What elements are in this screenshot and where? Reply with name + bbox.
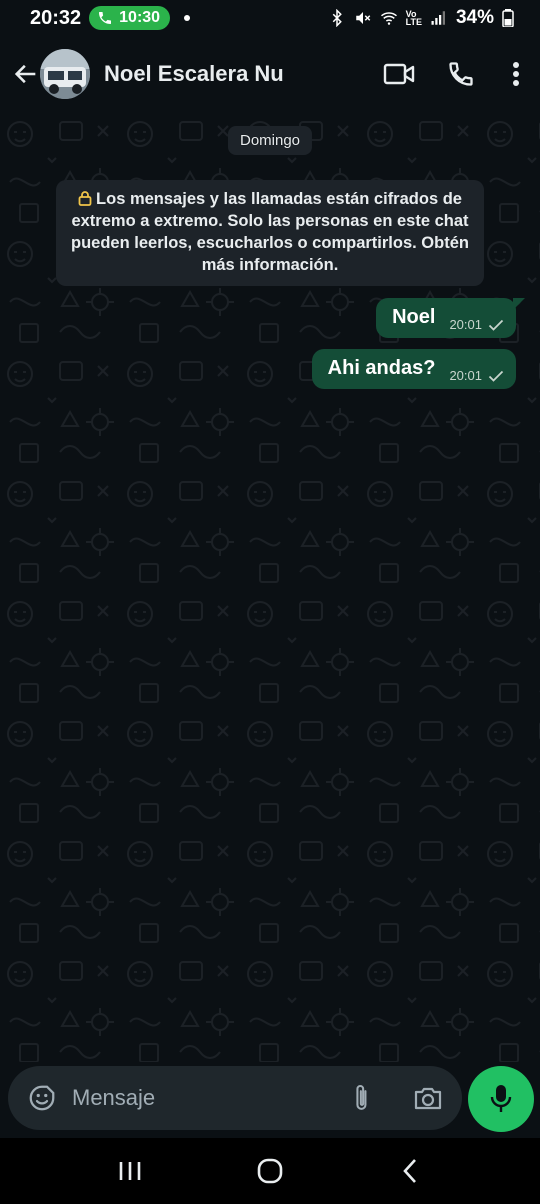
recent-apps-icon <box>119 1162 141 1180</box>
wifi-icon <box>380 12 397 25</box>
home-icon <box>257 1158 283 1184</box>
message-input-field[interactable]: Mensaje <box>8 1066 462 1130</box>
avatar-photo <box>40 49 90 99</box>
message-bubble-outgoing[interactable]: Ahi andas? 20:01 <box>311 349 516 389</box>
system-navigation-bar <box>0 1138 540 1204</box>
message-placeholder: Mensaje <box>72 1085 156 1110</box>
video-call-button[interactable] <box>368 48 430 100</box>
single-check-icon <box>488 370 504 382</box>
message-text: Ahi andas? <box>327 357 436 379</box>
contact-avatar[interactable] <box>40 49 90 99</box>
status-icons: Vo LTE 34% <box>328 7 514 29</box>
message-meta: 20:01 <box>449 368 504 383</box>
microphone-icon <box>490 1085 512 1112</box>
phone-icon <box>99 12 112 24</box>
message-bubble-outgoing[interactable]: Noel 20:01 <box>376 298 525 338</box>
message-meta: 20:01 <box>449 317 504 332</box>
signal-icon <box>431 11 445 25</box>
message-text: Noel <box>392 306 436 328</box>
voice-call-button[interactable] <box>430 48 492 100</box>
volte-indicator: Vo LTE <box>405 9 422 27</box>
single-check-icon <box>488 319 504 331</box>
chat-header: Noel Escalera Nu <box>0 36 540 112</box>
encryption-notice[interactable]: Los mensajes y las llamadas están cifrad… <box>56 180 484 286</box>
encryption-notice-text: Los mensajes y las llamadas están cifrad… <box>71 190 469 274</box>
back-arrow-icon <box>14 64 36 84</box>
camera-button[interactable] <box>406 1072 450 1124</box>
contact-name[interactable]: Noel Escalera Nu <box>104 61 284 87</box>
message-time: 20:01 <box>449 368 482 383</box>
system-back-button[interactable] <box>380 1146 440 1196</box>
message-composer: Mensaje <box>0 1062 540 1138</box>
battery-percentage: 34% <box>455 7 494 28</box>
recent-apps-button[interactable] <box>100 1146 160 1196</box>
battery-icon <box>502 9 514 27</box>
emoji-sticker-icon <box>29 1085 55 1111</box>
more-options-button[interactable] <box>492 48 540 100</box>
more-options-icon <box>513 62 519 86</box>
attach-icon <box>356 1085 367 1110</box>
notification-dot <box>184 15 191 21</box>
ongoing-call-pill[interactable]: 10:30 <box>89 6 171 30</box>
lock-icon <box>78 191 92 206</box>
date-divider: Domingo <box>227 126 313 155</box>
back-icon <box>403 1159 416 1183</box>
video-call-icon <box>383 63 415 85</box>
chat-conversation[interactable]: Domingo Los mensajes y las llamadas está… <box>0 112 540 1062</box>
status-bar: 20:32 10:30 Vo LTE 34% <box>0 0 540 36</box>
status-time: 20:32 <box>30 6 82 29</box>
call-timer: 10:30 <box>119 9 161 26</box>
mute-icon <box>355 12 370 24</box>
bluetooth-icon <box>332 9 342 27</box>
voice-message-button[interactable] <box>468 1066 534 1132</box>
home-button[interactable] <box>240 1146 300 1196</box>
message-time: 20:01 <box>449 317 482 332</box>
emoji-sticker-button[interactable] <box>14 1070 70 1126</box>
attach-button[interactable] <box>340 1072 384 1124</box>
header-actions <box>368 48 540 100</box>
camera-icon <box>414 1087 442 1110</box>
voice-call-icon <box>449 62 473 86</box>
